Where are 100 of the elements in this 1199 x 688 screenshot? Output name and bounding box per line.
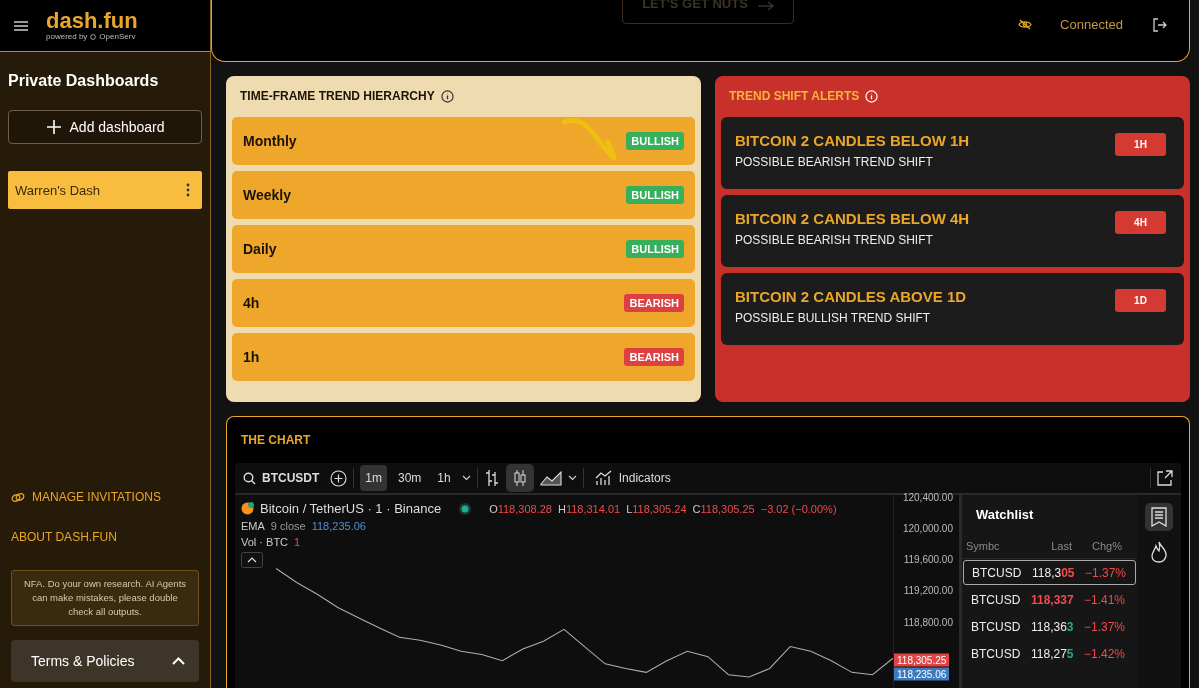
eye-off-icon[interactable] bbox=[1018, 19, 1033, 30]
interval-tab[interactable]: 30m bbox=[393, 465, 427, 491]
axis-tick: 119,600.00 bbox=[903, 553, 953, 565]
interval-tab[interactable]: 1m bbox=[360, 465, 387, 491]
last-price: 118,363 bbox=[1031, 619, 1075, 634]
alert-card[interactable]: BITCOIN 2 CANDLES BELOW 1H POSSIBLE BEARISH TREND SHIFT 1H bbox=[721, 117, 1184, 189]
timeframe-tag: 4H bbox=[1115, 211, 1166, 234]
alert-subtitle: POSSIBLE BEARISH TREND SHIFT bbox=[735, 233, 934, 247]
terms-toggle[interactable]: Terms & Policies bbox=[11, 640, 199, 682]
disclaimer: NFA. Do your own research. AI Agents can make mistakes, please double check all outputs. bbox=[11, 570, 199, 626]
volume-label: Vol · BTC bbox=[241, 536, 289, 548]
add-icon[interactable] bbox=[330, 469, 348, 487]
timeframe-tag: 1D bbox=[1115, 289, 1166, 312]
price-tag: 118,305.25 bbox=[894, 653, 950, 667]
popout-icon[interactable] bbox=[1157, 470, 1173, 486]
chevron-icon bbox=[172, 657, 185, 665]
sidebar-link[interactable]: ABOUT DASH.FUN bbox=[8, 530, 202, 544]
area-chart-icon[interactable] bbox=[539, 470, 562, 486]
sidebar-link[interactable]: MANAGE INVITATIONS bbox=[8, 490, 202, 504]
flame-icon[interactable] bbox=[1150, 541, 1168, 563]
partner-name: OpenServ bbox=[99, 32, 136, 41]
symbol-cell-text: BTCUSD bbox=[971, 619, 1022, 634]
menu-icon[interactable] bbox=[14, 20, 28, 31]
column-header: Last bbox=[1050, 540, 1072, 552]
watchlist-title: Watchlist bbox=[975, 506, 1035, 524]
panel-title: TREND SHIFT ALERTS bbox=[729, 89, 860, 103]
watchlist-row[interactable]: BTCUSD 118,305 −1.37% bbox=[963, 560, 1136, 585]
ohlc-value: O118,308.28 bbox=[489, 502, 552, 515]
arrow-icon bbox=[757, 1, 774, 11]
timeframe-label: 1h bbox=[243, 349, 260, 365]
dashboard-item[interactable]: Warren's Dash bbox=[8, 171, 202, 209]
column-header: Symbc bbox=[966, 540, 1001, 552]
alert-title: BITCOIN 2 CANDLES BELOW 4H bbox=[735, 210, 970, 227]
timeframe-label: Daily bbox=[243, 241, 277, 257]
alert-subtitle: POSSIBLE BULLISH TREND SHIFT bbox=[735, 311, 932, 325]
axis-tick: 120,000.00 bbox=[902, 522, 953, 534]
caret-icon[interactable] bbox=[461, 475, 471, 481]
alert-title: BITCOIN 2 CANDLES ABOVE 1D bbox=[735, 288, 967, 305]
bars-icon[interactable] bbox=[483, 469, 500, 487]
indicators-icon bbox=[594, 470, 613, 486]
column-header: Chg% bbox=[1091, 540, 1122, 552]
candles-icon[interactable] bbox=[505, 464, 534, 492]
price-change: −3.02 (−0.00%) bbox=[760, 502, 837, 515]
alert-card[interactable]: BITCOIN 2 CANDLES BELOW 4H POSSIBLE BEARISH TREND SHIFT 4H bbox=[721, 195, 1184, 267]
symbol-cell-text: BTCUSD bbox=[971, 646, 1022, 661]
coin-icon bbox=[241, 502, 254, 515]
alert-subtitle: POSSIBLE BEARISH TREND SHIFT bbox=[735, 155, 934, 169]
indicator-params: 9 close bbox=[270, 520, 306, 532]
alert-card[interactable]: BITCOIN 2 CANDLES ABOVE 1D POSSIBLE BULLISH TREND SHIFT 1D bbox=[721, 273, 1184, 345]
change-cell-text: −1.37% bbox=[1083, 565, 1126, 580]
search-icon[interactable] bbox=[243, 471, 256, 485]
dashboard-name: Warren's Dash bbox=[15, 182, 101, 198]
watchlist-row[interactable]: BTCUSD 118,363 −1.37% bbox=[963, 614, 1136, 639]
volume-value: 1 bbox=[294, 536, 301, 548]
trend-badge: BULLISH bbox=[626, 240, 684, 258]
sidebar-title: Private Dashboards bbox=[8, 72, 160, 90]
indicators-button[interactable]: Indicators bbox=[589, 465, 676, 491]
ohlc-value: H118,314.01 bbox=[557, 502, 621, 515]
ohlc-value: C118,305.25 bbox=[692, 502, 755, 515]
timeframe-label: Weekly bbox=[243, 187, 291, 203]
watchlist-row[interactable]: BTCUSD 118,337 −1.41% bbox=[963, 587, 1136, 612]
timeframe-label: 4h bbox=[243, 295, 260, 311]
panel-title: TIME-FRAME TREND HIERARCHY bbox=[240, 89, 435, 103]
last-price: 118,275 bbox=[1031, 646, 1075, 661]
axis-tick: 120,400.00 bbox=[902, 491, 953, 503]
last-price: 118,305 bbox=[1032, 565, 1076, 580]
trend-badge: BEARISH bbox=[624, 348, 684, 366]
status-dot-icon bbox=[459, 502, 472, 515]
alert-title: BITCOIN 2 CANDLES BELOW 1H bbox=[735, 132, 970, 149]
info-icon[interactable] bbox=[440, 89, 454, 103]
watchlist-icon[interactable] bbox=[1145, 503, 1173, 531]
last-price: 118,337 bbox=[1031, 592, 1075, 607]
link-icon bbox=[11, 491, 25, 503]
price-tag: 118,235.06 bbox=[894, 667, 950, 681]
axis-tick: 119,200.00 bbox=[903, 584, 953, 596]
trend-badge: BULLISH bbox=[626, 186, 684, 204]
change-cell-text: −1.41% bbox=[1082, 592, 1125, 607]
watchlist-row[interactable]: BTCUSD 118,275 −1.42% bbox=[963, 641, 1136, 666]
add-dashboard-button[interactable]: Add dashboard bbox=[8, 110, 202, 144]
trend-badge: BULLISH bbox=[626, 132, 684, 150]
logout-icon[interactable] bbox=[1153, 18, 1167, 32]
change-cell-text: −1.37% bbox=[1082, 619, 1125, 634]
trend-badge: BEARISH bbox=[624, 294, 684, 312]
more-icon[interactable] bbox=[186, 183, 190, 197]
symbol-cell-text: BTCUSD bbox=[972, 565, 1023, 580]
caret-icon[interactable] bbox=[567, 475, 577, 481]
timeframe-label: Monthly bbox=[243, 133, 297, 149]
panel-title: THE CHART bbox=[241, 433, 311, 447]
ring-icon bbox=[90, 33, 97, 40]
interval-tab[interactable]: 1h bbox=[432, 465, 456, 491]
symbol-cell-text: BTCUSD bbox=[971, 592, 1022, 607]
symbol-button[interactable]: BTCUSDT bbox=[262, 465, 325, 491]
tagline: powered by bbox=[46, 32, 88, 41]
connection-status: Connected bbox=[1060, 17, 1123, 32]
change-cell-text: −1.42% bbox=[1082, 646, 1125, 661]
indicator-value: 118,235.06 bbox=[311, 520, 366, 532]
collapse-icon[interactable] bbox=[241, 552, 263, 568]
plus-icon bbox=[45, 119, 62, 135]
indicator-name: EMA bbox=[241, 520, 265, 532]
symbol-title: Bitcoin / TetherUS · 1 · Binance bbox=[260, 501, 442, 516]
